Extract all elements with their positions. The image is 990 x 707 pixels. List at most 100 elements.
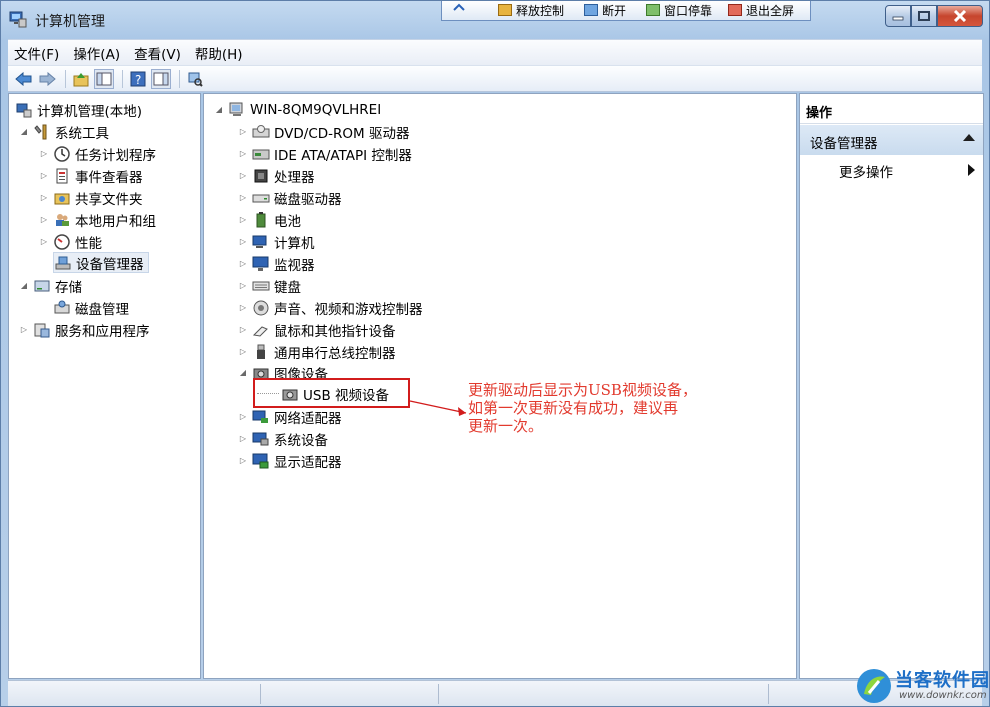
release-control-button[interactable]: 释放控制 [498,2,564,19]
pin-icon[interactable] [452,2,466,19]
menu-action[interactable]: 操作(A) [73,43,120,63]
tree-item-device-manager[interactable]: 设备管理器 [53,252,149,273]
tree-label: 事件查看器 [75,169,143,186]
window-title: 计算机管理 [35,14,105,30]
maximize-button[interactable] [911,5,937,27]
expand-triangle-icon[interactable]: ▷ [39,237,49,247]
more-actions-item[interactable]: 更多操作 [800,158,983,182]
console-tree-icon [96,72,112,85]
disconnect-icon [584,4,598,16]
annotation-line: 更新驱动后显示为USB视频设备， [468,381,697,399]
tree-item-computer-management[interactable]: 计算机管理(本地) [15,99,142,120]
expand-triangle-icon[interactable]: ▷ [238,259,248,269]
mouse-icon [252,322,270,338]
tree-item-system-tools[interactable]: ◢ 系统工具 [19,121,109,142]
device-category-monitors[interactable]: ▷ 监视器 [238,253,315,274]
scan-hardware-button[interactable] [185,69,205,89]
device-category-mice[interactable]: ▷ 鼠标和其他指针设备 [238,319,396,340]
expand-triangle-icon[interactable]: ▷ [238,303,248,313]
collapse-triangle-icon[interactable]: ◢ [214,105,224,115]
expand-triangle-icon[interactable]: ▷ [238,347,248,357]
expand-triangle-icon[interactable]: ▷ [238,149,248,159]
exit-fullscreen-label: 退出全屏 [746,4,795,18]
tree-label: 系统工具 [55,125,109,142]
device-category-label: 通用串行总线控制器 [274,345,396,362]
expand-triangle-icon[interactable]: ▷ [39,171,49,181]
collapse-triangle-icon[interactable]: ◢ [19,281,29,291]
svg-text:?: ? [135,73,141,87]
expand-triangle-icon[interactable]: ▷ [238,215,248,225]
device-usb-video[interactable]: USB 视频设备 [257,383,389,404]
device-category-processor[interactable]: ▷ 处理器 [238,165,315,186]
users-icon [53,212,71,228]
tree-item-task-scheduler[interactable]: ▷ 任务计划程序 [39,143,156,164]
close-icon [953,10,967,22]
expand-triangle-icon[interactable]: ▷ [238,193,248,203]
close-button[interactable] [937,5,983,27]
folder-up-icon [73,72,89,86]
expand-triangle-icon[interactable]: ▷ [238,456,248,466]
dvd-drive-icon [252,124,270,140]
menu-file[interactable]: 文件(F) [14,43,59,63]
expand-triangle-icon[interactable]: ▷ [39,215,49,225]
scan-hardware-icon [188,72,203,87]
actions-section-device-manager[interactable]: 设备管理器 [800,125,983,155]
menu-bar: 文件(F) 操作(A) 查看(V) 帮助(H) [8,39,982,65]
tree-item-storage[interactable]: ◢ 存储 [19,275,82,296]
collapse-triangle-icon[interactable]: ◢ [238,368,248,378]
up-level-button[interactable] [71,69,91,89]
device-category-keyboards[interactable]: ▷ 键盘 [238,275,301,296]
menu-view[interactable]: 查看(V) [134,43,181,63]
computer-icon [228,102,246,118]
tree-item-services-applications[interactable]: ▷ 服务和应用程序 [19,319,150,340]
dock-window-button[interactable]: 窗口停靠 [646,2,712,19]
device-tree-root[interactable]: ◢ WIN-8QM9QVLHREI [214,99,381,120]
expand-triangle-icon[interactable]: ▷ [19,325,29,335]
tree-label: 设备管理器 [76,256,144,273]
show-action-pane-button[interactable] [151,68,171,89]
expand-triangle-icon[interactable]: ▷ [238,434,248,444]
device-category-sound-video[interactable]: ▷ 声音、视频和游戏控制器 [238,297,423,318]
expand-triangle-icon[interactable]: ▷ [39,193,49,203]
disconnect-button[interactable]: 断开 [584,2,626,19]
more-actions-label: 更多操作 [839,165,893,181]
device-category-label: 鼠标和其他指针设备 [274,323,396,340]
expand-triangle-icon[interactable]: ▷ [238,281,248,291]
expand-triangle-icon[interactable]: ▷ [238,127,248,137]
tree-item-local-users-groups[interactable]: ▷ 本地用户和组 [39,209,156,230]
ide-controller-icon [252,146,270,162]
device-category-battery[interactable]: ▷ 电池 [238,209,301,230]
collapse-triangle-icon[interactable]: ◢ [19,127,29,137]
forward-button[interactable] [37,69,57,89]
device-category-display-adapters[interactable]: ▷ 显示适配器 [238,450,342,471]
device-category-network[interactable]: ▷ 网络适配器 [238,406,342,427]
tree-item-shared-folders[interactable]: ▷ 共享文件夹 [39,187,143,208]
minimize-button[interactable] [885,5,911,27]
expand-triangle-icon[interactable]: ▷ [39,149,49,159]
device-category-usb-controllers[interactable]: ▷ 通用串行总线控制器 [238,341,396,362]
battery-icon [252,211,270,228]
computer-name: WIN-8QM9QVLHREI [250,101,382,118]
expand-triangle-icon[interactable]: ▷ [238,237,248,247]
forward-arrow-icon [39,71,56,86]
help-button[interactable]: ? [128,69,148,89]
tree-item-disk-management[interactable]: 磁盘管理 [53,297,129,318]
expand-triangle-icon[interactable]: ▷ [238,412,248,422]
expand-triangle-icon[interactable]: ▷ [238,325,248,335]
device-category-system-devices[interactable]: ▷ 系统设备 [238,428,328,449]
device-category-label: 监视器 [274,257,315,274]
device-category-ide[interactable]: ▷ IDE ATA/ATAPI 控制器 [238,143,412,164]
network-adapter-icon [252,409,270,425]
device-category-dvd[interactable]: ▷ DVD/CD-ROM 驱动器 [238,121,409,142]
tree-item-performance[interactable]: ▷ 性能 [39,231,102,252]
device-category-label: DVD/CD-ROM 驱动器 [274,125,410,142]
device-category-computer[interactable]: ▷ 计算机 [238,231,315,252]
expand-triangle-icon[interactable]: ▷ [238,171,248,181]
exit-fullscreen-button[interactable]: 退出全屏 [728,2,794,19]
device-category-disk-drives[interactable]: ▷ 磁盘驱动器 [238,187,342,208]
collapse-caret-icon[interactable] [963,134,975,141]
show-hide-tree-button[interactable] [94,68,114,89]
back-button[interactable] [14,69,34,89]
menu-help[interactable]: 帮助(H) [195,43,243,63]
tree-item-event-viewer[interactable]: ▷ 事件查看器 [39,165,143,186]
